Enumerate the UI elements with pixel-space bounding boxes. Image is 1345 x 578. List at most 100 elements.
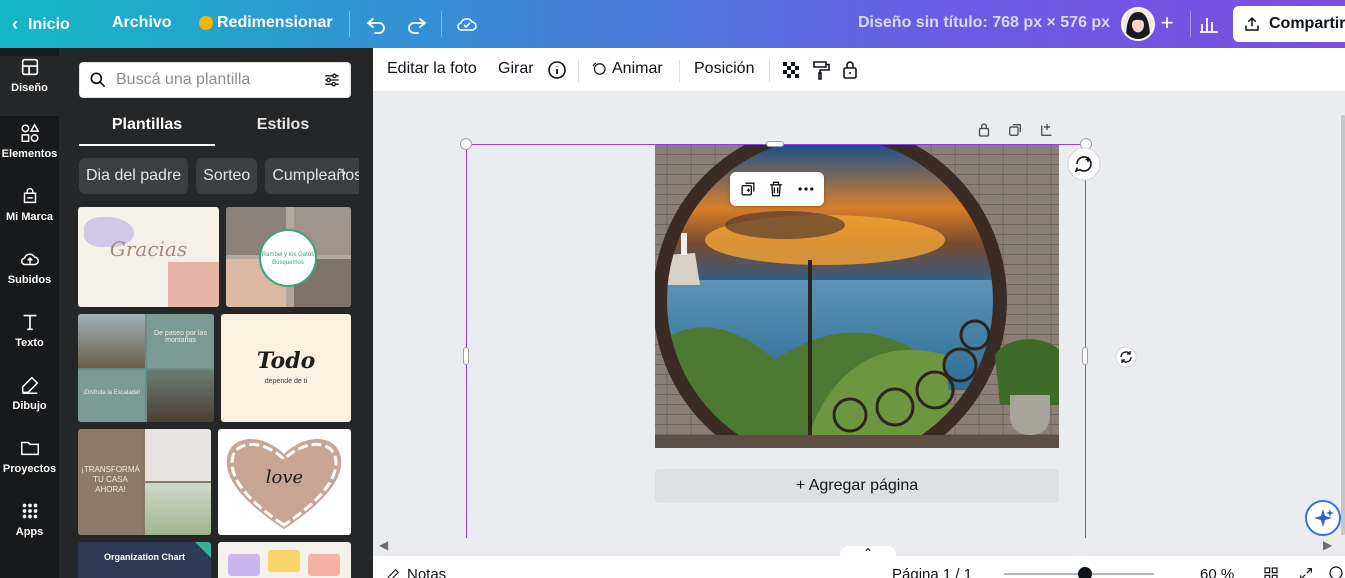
rail-item-draw[interactable]: Dibujo	[0, 374, 59, 434]
draw-icon	[21, 376, 38, 394]
templates-panel: Plantillas Estilos Dia del padre Sorteo …	[59, 48, 373, 578]
filter-sliders-icon[interactable]	[322, 70, 342, 90]
template-text: Todo	[256, 348, 316, 374]
help-icon[interactable]	[1328, 565, 1344, 578]
template-thumbnail[interactable]: Todo depende de ti	[221, 314, 351, 422]
transparency-icon[interactable]	[779, 58, 803, 82]
share-upload-icon	[1245, 16, 1259, 31]
chip-fathers-day[interactable]: Dia del padre	[79, 158, 189, 194]
template-text: love	[265, 467, 304, 488]
rail-item-label: Texto	[15, 337, 44, 349]
add-page-icon[interactable]	[1038, 121, 1056, 139]
template-search[interactable]	[79, 62, 351, 98]
resize-label: Redimensionar	[217, 14, 333, 31]
share-button[interactable]: Compartir	[1233, 6, 1345, 42]
fullscreen-icon[interactable]	[1298, 566, 1314, 578]
animate-button[interactable]: Animar	[590, 60, 663, 78]
notes-button[interactable]: Notas	[385, 566, 446, 578]
avatar[interactable]	[1121, 7, 1155, 41]
trash-icon[interactable]	[766, 179, 786, 199]
text-icon	[23, 314, 36, 331]
rail-item-label: Proyectos	[2, 463, 57, 475]
chevron-left-icon: ‹	[12, 14, 18, 34]
brand-icon	[23, 188, 36, 204]
zoom-level[interactable]: 60 %	[1200, 566, 1234, 578]
file-menu-button[interactable]: Archivo	[112, 14, 172, 32]
home-button[interactable]: ‹ Inicio	[12, 14, 70, 35]
duplicate-icon[interactable]	[738, 179, 758, 199]
template-text: Organization Chart	[103, 552, 185, 562]
tab-templates[interactable]: Plantillas	[79, 110, 215, 146]
folder-icon	[20, 441, 39, 456]
redo-icon[interactable]	[405, 12, 429, 36]
template-text: AHORA!	[95, 485, 126, 494]
insights-chart-icon[interactable]	[1197, 12, 1221, 36]
template-thumbnail[interactable]: Rambel y los Gatos Bosquemos	[226, 207, 351, 307]
template-text: ¡TRANSFORMÁ	[81, 465, 140, 474]
template-text: De paseo por las montañas	[147, 314, 214, 368]
chevron-right-icon[interactable]: ›	[341, 164, 346, 182]
resize-button[interactable]: Redimensionar	[199, 14, 333, 32]
scroll-right-icon[interactable]: ▶	[1323, 538, 1332, 552]
share-label: Compartir	[1269, 15, 1345, 32]
edit-photo-button[interactable]: Editar la foto	[387, 60, 477, 78]
rail-item-brand[interactable]: Mi Marca	[0, 185, 59, 245]
template-thumbnail[interactable]: ¡TRANSFORMÁ TU CASA AHORA!	[78, 429, 211, 535]
duplicate-page-icon[interactable]	[1006, 121, 1024, 139]
rail-item-text[interactable]: Texto	[0, 311, 59, 371]
resize-handle-top[interactable]	[766, 141, 784, 147]
upload-icon	[20, 253, 39, 266]
rail-item-apps[interactable]: Apps	[0, 500, 59, 560]
apps-icon	[22, 503, 37, 519]
context-toolbar: Editar la foto Girar Animar Posición	[373, 48, 1345, 92]
template-thumbnail[interactable]: love	[218, 429, 351, 535]
page-indicator[interactable]: Página 1 / 1	[892, 566, 972, 578]
paint-roller-icon[interactable]	[809, 58, 833, 82]
add-collaborator-icon[interactable]: +	[1155, 12, 1179, 36]
rotate-button[interactable]: Girar	[498, 60, 534, 78]
layout-icon	[21, 58, 38, 76]
grid-view-icon[interactable]	[1263, 566, 1279, 578]
position-button[interactable]: Posición	[694, 60, 754, 78]
divider	[441, 11, 442, 37]
divider	[769, 60, 770, 82]
undo-icon[interactable]	[364, 12, 388, 36]
vertical-scrollbar[interactable]	[1341, 115, 1345, 535]
tab-styles[interactable]: Estilos	[215, 110, 351, 146]
rail-item-design[interactable]: Diseño	[0, 56, 59, 116]
home-label: Inicio	[28, 15, 70, 33]
resize-handle-right[interactable]	[1082, 347, 1088, 365]
resize-handle-left[interactable]	[463, 347, 469, 365]
template-thumbnail[interactable]: Gracias	[78, 207, 219, 307]
rail-item-label: Mi Marca	[5, 211, 54, 223]
template-thumbnail[interactable]: De paseo por las montañas ¡Disfruta la E…	[78, 314, 214, 422]
more-options-icon[interactable]	[796, 179, 816, 199]
search-input[interactable]	[116, 71, 316, 89]
scroll-left-icon[interactable]: ◀	[379, 538, 388, 552]
add-page-button[interactable]: + Agregar página	[655, 469, 1059, 503]
rotate-handle-icon[interactable]	[1115, 346, 1137, 368]
crown-icon	[199, 16, 213, 30]
template-thumbnail[interactable]	[218, 542, 351, 578]
divider	[1190, 11, 1191, 37]
rail-item-uploads[interactable]: Subidos	[0, 248, 59, 308]
rail-item-elements[interactable]: Elementos	[0, 122, 59, 182]
rail-item-projects[interactable]: Proyectos	[0, 437, 59, 497]
chip-giveaway[interactable]: Sorteo	[196, 158, 258, 194]
resize-handle-top-left[interactable]	[460, 138, 472, 150]
template-text: Bosquemos	[272, 260, 304, 266]
search-icon	[90, 72, 106, 88]
notes-label: Notas	[407, 566, 447, 578]
comment-add-icon[interactable]	[1067, 147, 1101, 181]
design-title[interactable]: Diseño sin título: 768 px × 576 px	[858, 14, 1110, 32]
lock-icon[interactable]	[838, 58, 862, 82]
lock-page-icon[interactable]	[975, 121, 993, 139]
cloud-saved-icon[interactable]	[455, 12, 479, 36]
template-thumbnail[interactable]: Organization Chart	[78, 542, 211, 578]
zoom-slider-thumb[interactable]	[1078, 567, 1092, 578]
notes-icon	[387, 568, 400, 578]
info-icon[interactable]	[545, 58, 569, 82]
sparkle-icon	[1314, 509, 1334, 527]
magic-assistant-button[interactable]	[1305, 500, 1341, 536]
category-chips: Dia del padre Sorteo Cumpleaños	[79, 158, 359, 194]
